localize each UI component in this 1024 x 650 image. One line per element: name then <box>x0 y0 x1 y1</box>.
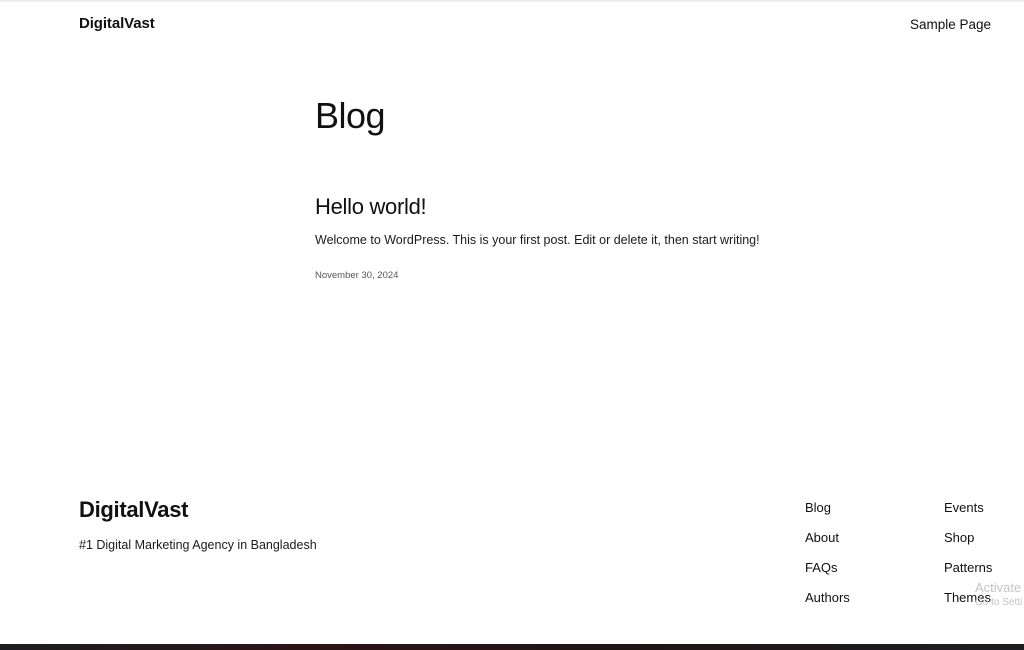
post-date-link[interactable]: November 30, 2024 <box>315 270 398 281</box>
page-title: Blog <box>315 95 386 136</box>
footer-nav-item: About <box>805 529 850 559</box>
footer-nav-item: Events <box>944 499 992 529</box>
footer-link-blog[interactable]: Blog <box>805 500 831 515</box>
activation-watermark-title: Activate <box>975 580 1022 595</box>
nav-sample-page-link[interactable]: Sample Page <box>910 17 991 32</box>
footer-link-shop[interactable]: Shop <box>944 530 974 545</box>
footer-link-events[interactable]: Events <box>944 500 984 515</box>
footer-nav-item: Shop <box>944 529 992 559</box>
footer-nav-item: FAQs <box>805 559 850 589</box>
activation-watermark-subtitle: Go to Setti <box>975 597 1023 608</box>
post-excerpt: Welcome to WordPress. This is your first… <box>315 233 760 247</box>
footer-link-about[interactable]: About <box>805 530 839 545</box>
footer-tagline: #1 Digital Marketing Agency in Banglades… <box>79 538 317 552</box>
footer-site-title-link[interactable]: DigitalVast <box>79 497 188 523</box>
footer-link-authors[interactable]: Authors <box>805 590 850 605</box>
footer-link-faqs[interactable]: FAQs <box>805 560 838 575</box>
footer-nav-column-1: Blog About FAQs Authors <box>805 499 850 619</box>
top-border <box>0 0 1024 2</box>
footer-link-patterns[interactable]: Patterns <box>944 560 992 575</box>
footer-nav-item: Blog <box>805 499 850 529</box>
taskbar-edge <box>0 644 1024 650</box>
footer-nav-item: Authors <box>805 589 850 619</box>
site-title-link[interactable]: DigitalVast <box>79 15 155 32</box>
post-title-link[interactable]: Hello world! <box>315 193 427 221</box>
